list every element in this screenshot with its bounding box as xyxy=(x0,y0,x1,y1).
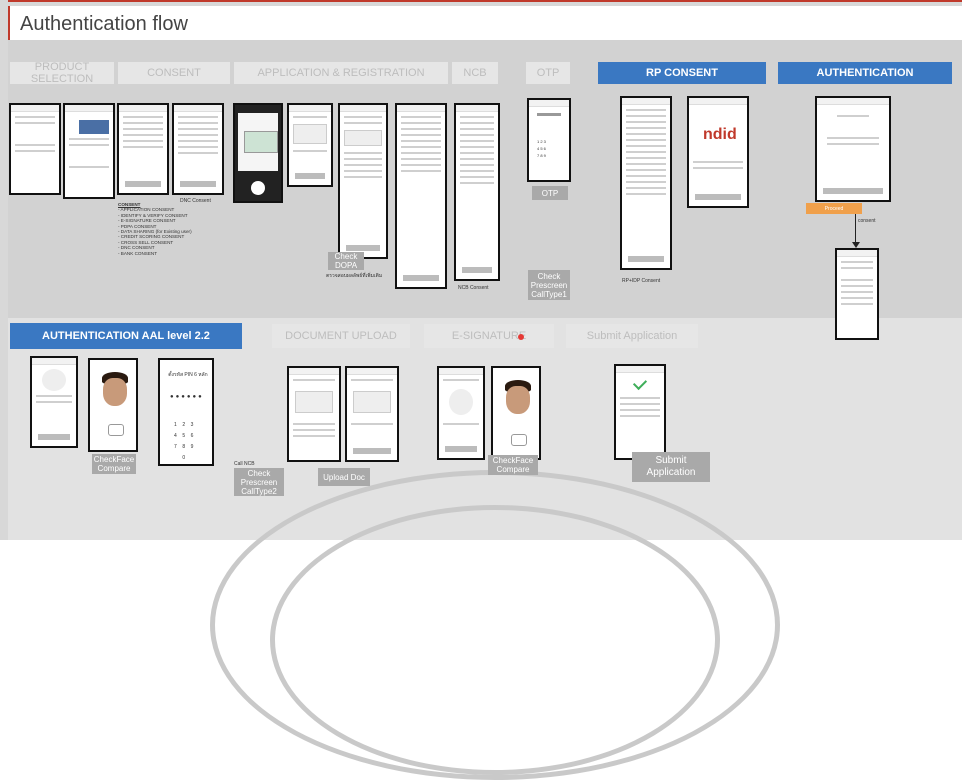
label-check-dopa: Check DOPA xyxy=(328,252,364,270)
phone-upload-1 xyxy=(287,366,341,462)
header-submit-application: Submit Application xyxy=(566,324,698,348)
header-product-selection: PRODUCT SELECTION xyxy=(10,61,114,85)
phone-ndid: ndid xyxy=(687,96,749,208)
face-photo-2 xyxy=(506,386,530,414)
header-application-registration: APPLICATION & REGISTRATION xyxy=(234,62,448,84)
header-ncb: NCB xyxy=(452,62,498,84)
cursor-dot-icon xyxy=(518,334,524,340)
label-checkface-2: CheckFace Compare xyxy=(488,455,538,475)
ndid-logo: ndid xyxy=(703,126,737,143)
header-rp-consent: RP CONSENT xyxy=(598,62,766,84)
header-authentication-aal: AUTHENTICATION AAL level 2.2 xyxy=(10,323,242,349)
consent-item: - BANK CONSENT xyxy=(118,250,158,256)
caption-call-ncb: Call NCB xyxy=(234,461,255,467)
phone-product-2 xyxy=(63,103,115,199)
phone-authentication xyxy=(815,96,891,202)
title-bar: Authentication flow xyxy=(8,6,962,40)
consent-list: CONSENT - APPLICATION CONSENT - IDENTIFY… xyxy=(118,202,228,256)
phone-aal-1 xyxy=(30,356,78,448)
caption-check-dopa-note: ตรวจสอบผลลัพธ์ที่เพิ่มเติม xyxy=(326,273,383,279)
phone-otp: 1 2 34 5 67 8 9 xyxy=(527,98,571,182)
label-check-prescreen-1: Check Prescreen CallType1 xyxy=(528,270,570,300)
otp-keypad: 1 2 34 5 67 8 9 xyxy=(537,139,546,158)
phone-registration-2 xyxy=(338,103,388,259)
phone-id-card-scan xyxy=(233,103,283,203)
pin-keypad: 1 2 34 5 67 8 9 0 xyxy=(174,422,194,461)
phone-consent-2 xyxy=(172,103,224,195)
pin-title: ตั้งรหัส PIN 6 หลัก xyxy=(168,372,208,378)
caption-rp-idp-consent: RP+IDP Consent xyxy=(622,278,661,284)
label-otp: OTP xyxy=(532,186,568,200)
phone-ncb-consent xyxy=(454,103,500,281)
phone-auth-result xyxy=(835,248,879,340)
phone-product-1 xyxy=(9,103,61,195)
phone-upload-2 xyxy=(345,366,399,462)
phone-esign-1 xyxy=(437,366,485,460)
arrow-line xyxy=(855,214,856,244)
phone-registration-1 xyxy=(287,103,333,187)
header-e-signature: E-SIGNATURE xyxy=(424,324,554,348)
proceed-button[interactable]: Proceed xyxy=(806,203,862,214)
phone-submit xyxy=(614,364,666,460)
caption-consent-link: consent xyxy=(858,218,876,224)
watermark-arc-inner xyxy=(270,505,720,775)
face-photo-1 xyxy=(103,378,127,406)
header-consent: CONSENT xyxy=(118,62,230,84)
phone-face-2 xyxy=(491,366,541,460)
phone-face-1 xyxy=(88,358,138,452)
label-checkface-1: CheckFace Compare xyxy=(92,454,136,474)
top-border xyxy=(8,0,962,2)
header-otp: OTP xyxy=(526,62,570,84)
label-check-prescreen-2: Check Prescreen CallType2 xyxy=(234,468,284,496)
phone-pin: ตั้งรหัส PIN 6 หลัก ●●●●●● 1 2 34 5 67 8… xyxy=(158,358,214,466)
label-submit-application: Submit Application xyxy=(632,452,710,482)
phone-rp-idp-consent xyxy=(620,96,672,270)
header-document-upload: DOCUMENT UPLOAD xyxy=(272,324,410,348)
checkmark-icon xyxy=(632,375,648,391)
phone-consent-1 xyxy=(117,103,169,195)
header-authentication: AUTHENTICATION xyxy=(778,62,952,84)
page-title: Authentication flow xyxy=(20,13,188,35)
slide: Authentication flow PRODUCT SELECTION CO… xyxy=(0,0,962,780)
phone-registration-3 xyxy=(395,103,447,289)
caption-ncb-consent: NCB Consent xyxy=(458,285,489,291)
label-upload-doc: Upload Doc xyxy=(318,468,370,486)
